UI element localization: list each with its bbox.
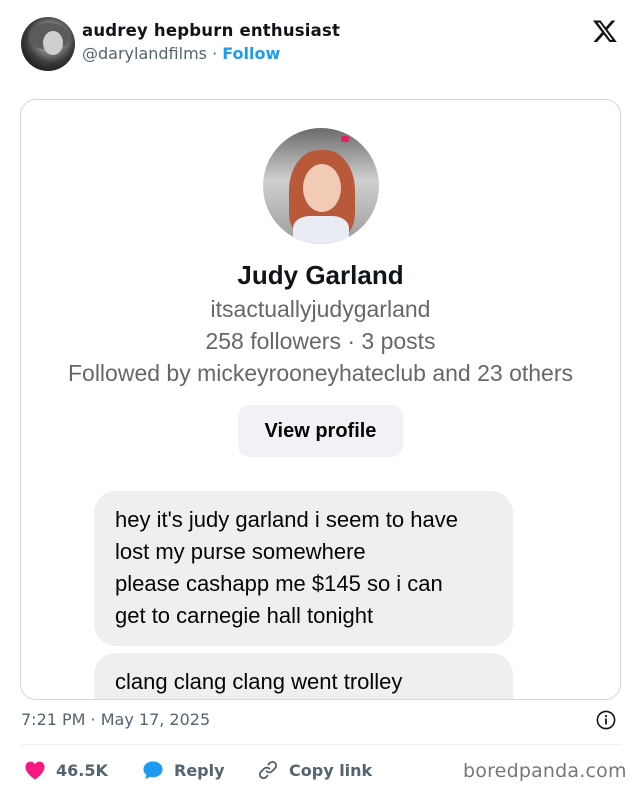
- profile-photo: [263, 128, 379, 244]
- tweet-timestamp[interactable]: 7:21 PM · May 17, 2025: [21, 710, 210, 729]
- screenshot-card[interactable]: Judy Garland itsactuallyjudygarland 258 …: [20, 99, 621, 700]
- avatar-face: [43, 31, 63, 55]
- copy-link-button[interactable]: Copy link: [257, 758, 372, 782]
- profile-display-name: Judy Garland: [237, 260, 404, 290]
- message-line: please cashapp me $145 so i can: [115, 571, 443, 596]
- speech-bubble-icon: [143, 761, 163, 780]
- tweet-header: audrey hepburn enthusiast @darylandfilms…: [0, 0, 640, 88]
- like-button[interactable]: 46.5K: [24, 758, 108, 782]
- actions-divider: [20, 744, 621, 745]
- watermark: boredpanda.com: [463, 760, 627, 782]
- message-bubble: hey it's judy garland i seem to have los…: [94, 491, 513, 646]
- heart-icon: [25, 761, 45, 780]
- message-line: get to carnegie hall tonight: [115, 603, 374, 628]
- author-handle-row: @darylandfilms · Follow: [82, 44, 280, 63]
- author-handle[interactable]: @darylandfilms: [82, 44, 207, 63]
- profile-photo-face: [303, 164, 341, 212]
- message-line: lost my purse somewhere: [115, 539, 366, 564]
- like-count: 46.5K: [56, 760, 108, 780]
- author-avatar[interactable]: [21, 17, 75, 71]
- profile-stats: 258 followers · 3 posts: [205, 328, 436, 354]
- view-profile-button[interactable]: View profile: [238, 405, 403, 457]
- follow-button[interactable]: Follow: [222, 44, 280, 63]
- link-icon: [258, 760, 278, 780]
- copy-link-label: Copy link: [289, 760, 373, 780]
- message-bubble: clang clang clang went trolley: [94, 653, 513, 699]
- profile-photo-body: [293, 216, 349, 244]
- author-name[interactable]: audrey hepburn enthusiast: [82, 21, 340, 40]
- x-logo-icon[interactable]: [591, 18, 619, 44]
- info-icon[interactable]: [596, 710, 616, 730]
- reply-button[interactable]: Reply: [142, 758, 225, 782]
- profile-photo-badge: [341, 136, 349, 142]
- message-line: hey it's judy garland i seem to have: [115, 507, 458, 532]
- profile-username: itsactuallyjudygarland: [210, 296, 431, 322]
- profile-followed-by: Followed by mickeyrooneyhateclub and 23 …: [67, 360, 573, 386]
- message-line: clang clang clang went trolley: [115, 669, 403, 694]
- reply-label: Reply: [174, 760, 225, 780]
- handle-separator: ·: [207, 44, 223, 63]
